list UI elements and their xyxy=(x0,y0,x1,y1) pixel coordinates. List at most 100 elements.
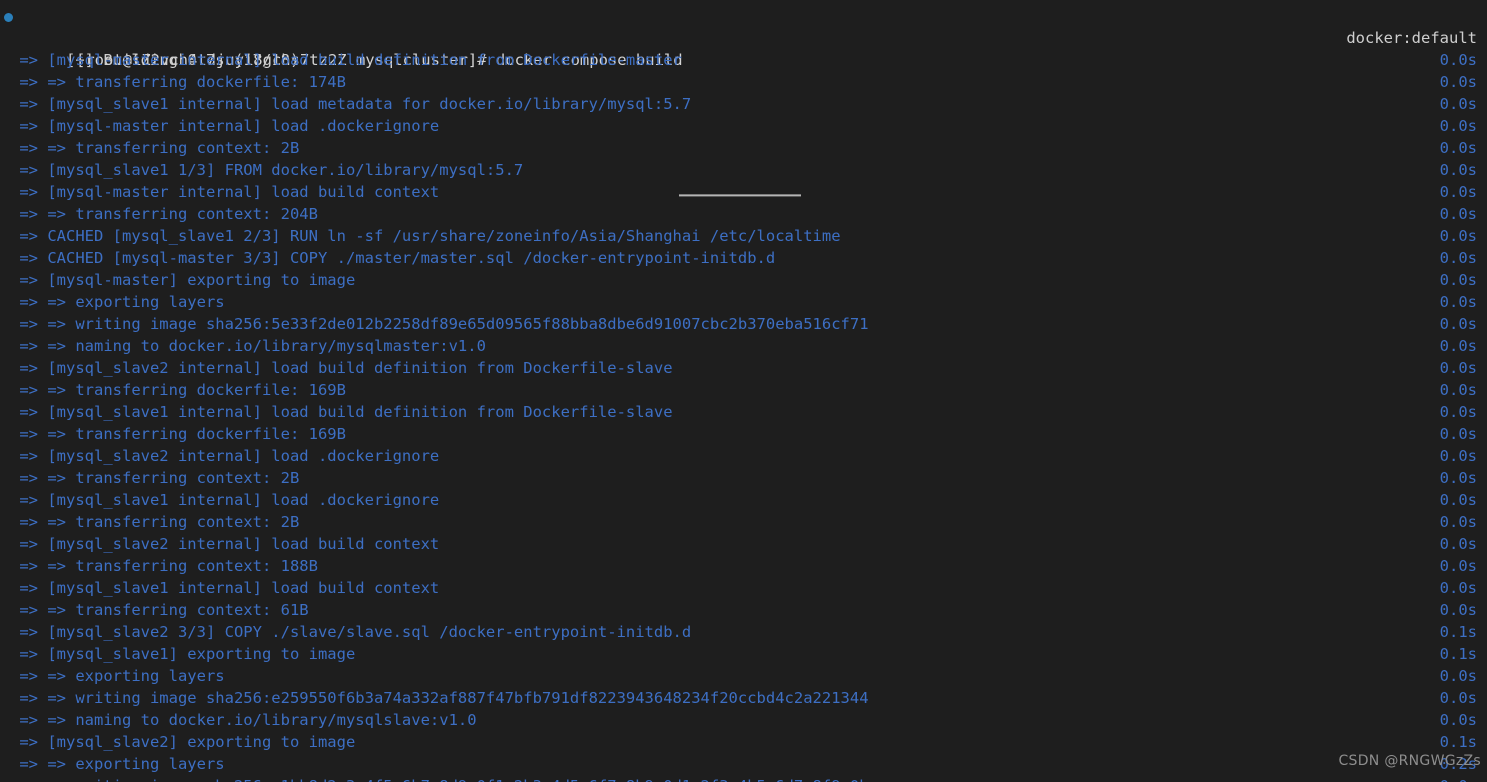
build-log-duration: 0.0s xyxy=(1439,689,1477,707)
build-log-duration: 0.0s xyxy=(1439,403,1477,421)
build-log-duration: 0.0s xyxy=(1439,51,1477,69)
build-log-duration: 0.0s xyxy=(1439,315,1477,333)
build-log-duration: 0.1s xyxy=(1439,733,1477,751)
build-log-lines: => [mysql-master internal] load build de… xyxy=(0,49,1487,782)
build-log-text: => [mysql-master internal] load build co… xyxy=(10,183,440,201)
build-log-line: => [mysql_slave1 internal] load .dockeri… xyxy=(0,489,1487,511)
build-status-line: [+] Building 0.7s (17/18) docker:default xyxy=(0,27,1487,69)
build-log-text: => => transferring dockerfile: 174B xyxy=(10,73,346,91)
build-log-text: => [mysql_slave2 internal] load .dockeri… xyxy=(10,447,440,465)
build-log-duration: 0.0s xyxy=(1439,359,1477,377)
build-log-duration: 0.0s xyxy=(1439,535,1477,553)
build-log-line: => [mysql_slave2] exporting to image 0.1s xyxy=(0,731,1487,753)
build-log-duration: 0.0s xyxy=(1439,601,1477,619)
build-log-line: => => transferring context: 2B 0.0s xyxy=(0,511,1487,533)
build-log-line: => => writing image sha256:5e33f2de012b2… xyxy=(0,313,1487,335)
build-log-text: => [mysql_slave2] exporting to image xyxy=(10,733,356,751)
build-log-duration: 0.0s xyxy=(1439,271,1477,289)
build-log-duration: 0.0s xyxy=(1439,293,1477,311)
terminal-output: [root@iZ2vch4tdjuyi8gchs7tz2Z mysqlclust… xyxy=(0,5,1487,782)
build-log-text: => [mysql-master internal] load .dockeri… xyxy=(10,117,440,135)
builder-label: docker:default xyxy=(1346,29,1477,47)
build-log-line: => => exporting layers 0.2s xyxy=(0,753,1487,775)
build-log-line: => [mysql_slave2 internal] load build co… xyxy=(0,533,1487,555)
build-log-duration: 0.0s xyxy=(1439,161,1477,179)
build-log-line: => [mysql-master internal] load .dockeri… xyxy=(0,115,1487,137)
build-log-text: => => transferring context: 2B xyxy=(10,139,300,157)
build-log-text: => => transferring context: 188B xyxy=(10,557,318,575)
build-log-duration: 0.0s xyxy=(1439,491,1477,509)
build-log-text: => => transferring context: 204B xyxy=(10,205,318,223)
build-log-line: => CACHED [mysql_slave1 2/3] RUN ln -sf … xyxy=(0,225,1487,247)
build-log-duration: 0.0s xyxy=(1439,425,1477,443)
build-log-text: => => naming to docker.io/library/mysqls… xyxy=(10,711,477,729)
build-log-line: => => transferring dockerfile: 174B 0.0s xyxy=(0,71,1487,93)
build-log-line: => [mysql_slave1 internal] load build co… xyxy=(0,577,1487,599)
build-log-line: => [mysql_slave1 internal] load metadata… xyxy=(0,93,1487,115)
build-log-text: => => transferring dockerfile: 169B xyxy=(10,425,346,443)
build-log-line: => => transferring context: 188B 0.0s xyxy=(0,555,1487,577)
build-log-line: => [mysql-master internal] load build co… xyxy=(0,181,1487,203)
build-log-duration: 0.0s xyxy=(1439,227,1477,245)
build-log-duration: 0.1s xyxy=(1439,645,1477,663)
build-log-text: => => naming to docker.io/library/mysqlm… xyxy=(10,337,486,355)
build-log-line: => => transferring context: 2B 0.0s xyxy=(0,467,1487,489)
build-log-duration: 0.0s xyxy=(1439,381,1477,399)
build-log-duration: 0.0s xyxy=(1439,73,1477,91)
build-log-text: => => transferring context: 61B xyxy=(10,601,309,619)
build-log-text: => [mysql_slave2 internal] load build co… xyxy=(10,535,440,553)
build-log-line: => => exporting layers 0.0s xyxy=(0,665,1487,687)
build-log-duration: 0.0s xyxy=(1440,775,1477,782)
build-log-duration: 0.1s xyxy=(1439,623,1477,641)
build-log-duration: 0.0s xyxy=(1439,667,1477,685)
build-log-line: => [mysql_slave2 internal] load build de… xyxy=(0,357,1487,379)
build-log-text: => => writing image sha256:e259550f6b3a7… xyxy=(10,689,869,707)
build-log-duration: 0.2s xyxy=(1439,755,1477,773)
build-log-text: => [mysql_slave2 internal] load build de… xyxy=(10,359,673,377)
build-log-text: => [mysql_slave1 internal] load metadata… xyxy=(10,95,692,113)
build-log-duration: 0.0s xyxy=(1439,447,1477,465)
build-log-line: => => naming to docker.io/library/mysqls… xyxy=(0,709,1487,731)
build-log-text: => => transferring context: 2B xyxy=(10,513,300,531)
build-log-text: => [mysql_slave2 3/3] COPY ./slave/slave… xyxy=(10,623,692,641)
build-log-text: => => transferring context: 2B xyxy=(10,469,300,487)
build-log-duration: 0.0s xyxy=(1439,95,1477,113)
build-log-duration: 0.0s xyxy=(1439,579,1477,597)
build-log-text: => => writing image sha256:5e33f2de012b2… xyxy=(10,315,869,333)
build-log-line: => [mysql-master internal] load build de… xyxy=(0,49,1487,71)
build-log-line: => => naming to docker.io/library/mysqlm… xyxy=(0,335,1487,357)
build-log-line: => => transferring context: 61B 0.0s xyxy=(0,599,1487,621)
build-log-line: => [mysql_slave1] exporting to image 0.1s xyxy=(0,643,1487,665)
terminal-window[interactable]: [root@iZ2vch4tdjuyi8gchs7tz2Z mysqlclust… xyxy=(0,0,1487,782)
build-log-duration: 0.0s xyxy=(1439,139,1477,157)
build-log-text: => CACHED [mysql-master 3/3] COPY ./mast… xyxy=(10,249,776,267)
build-log-text: => [mysql_slave1] exporting to image xyxy=(10,645,356,663)
build-log-line: => [mysql-master] exporting to image 0.0s xyxy=(0,269,1487,291)
build-log-duration: 0.0s xyxy=(1439,557,1477,575)
build-log-duration: 0.0s xyxy=(1439,205,1477,223)
build-log-line: => [mysql_slave1 internal] load build de… xyxy=(0,401,1487,423)
build-log-line: => => writing image sha256:a1bb8d2c3e4f5… xyxy=(0,775,1487,782)
build-log-duration: 0.0s xyxy=(1439,711,1477,729)
build-log-text: => => transferring dockerfile: 169B xyxy=(10,381,346,399)
build-log-line: => [mysql_slave2 internal] load .dockeri… xyxy=(0,445,1487,467)
build-log-text: => => exporting layers xyxy=(10,293,225,311)
build-log-line: => CACHED [mysql-master 3/3] COPY ./mast… xyxy=(0,247,1487,269)
build-log-text: => [mysql_slave1 internal] load build co… xyxy=(10,579,440,597)
build-log-text: => => exporting layers xyxy=(10,755,225,773)
build-log-text: => [mysql_slave1 internal] load build de… xyxy=(10,403,673,421)
build-log-duration: 0.0s xyxy=(1439,337,1477,355)
build-log-line: => [mysql_slave2 3/3] COPY ./slave/slave… xyxy=(0,621,1487,643)
build-log-duration: 0.0s xyxy=(1439,249,1477,267)
shell-prompt-line: [root@iZ2vch4tdjuyi8gchs7tz2Z mysqlclust… xyxy=(0,5,1487,69)
build-log-text: => [mysql-master internal] load build de… xyxy=(10,51,682,69)
build-log-text: => [mysql-master] exporting to image xyxy=(10,271,356,289)
build-log-line: => => writing image sha256:e259550f6b3a7… xyxy=(0,687,1487,709)
prompt-bullet-icon xyxy=(4,13,13,22)
build-log-line: => [mysql_slave1 1/3] FROM docker.io/lib… xyxy=(0,159,1487,181)
build-log-line: => => transferring context: 204B 0.0s xyxy=(0,203,1487,225)
build-log-duration: 0.0s xyxy=(1439,183,1477,201)
build-log-duration: 0.0s xyxy=(1439,513,1477,531)
build-log-text: => [mysql_slave1 internal] load .dockeri… xyxy=(10,491,440,509)
build-log-text: => => writing image sha256:a1bb8d2c3e4f5… xyxy=(10,775,868,782)
